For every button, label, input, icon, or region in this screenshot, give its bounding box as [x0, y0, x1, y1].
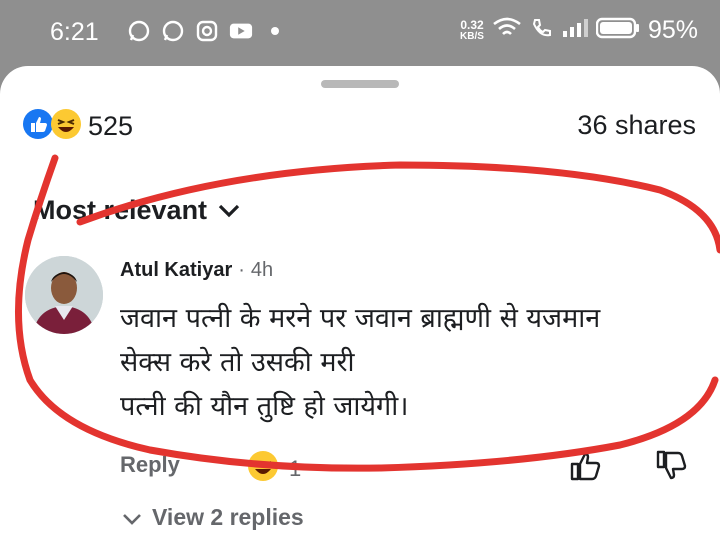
sort-label: Most relevant	[33, 195, 208, 225]
comment-header: Atul Katiyar · 4h	[120, 259, 273, 282]
avatar[interactable]	[25, 256, 103, 334]
battery-percentage: 95%	[647, 16, 698, 44]
comment-reaction-count: 1	[289, 456, 302, 481]
comment-time[interactable]: 4h	[251, 259, 273, 282]
reply-button[interactable]: Reply	[120, 452, 180, 478]
wifi-icon	[492, 16, 522, 45]
net-speed-unit: KB/S	[460, 30, 484, 42]
signal-icon	[562, 17, 588, 44]
comment-line: पत्नी की यौन तुष्टि हो जायेगी।	[120, 391, 409, 422]
thumbs-up-icon[interactable]	[568, 448, 604, 489]
reaction-summary[interactable]: 525	[22, 108, 133, 145]
notification-icons	[127, 19, 287, 43]
laugh-icon	[247, 450, 279, 488]
net-speed: 0.32 KB/S	[460, 19, 484, 43]
instagram-icon	[195, 19, 219, 43]
status-time: 6:21	[50, 18, 99, 46]
comment-line: जवान पत्नी के मरने पर जवान ब्राह्मणी से …	[120, 303, 601, 334]
comment-author[interactable]: Atul Katiyar	[120, 259, 232, 282]
chevron-down-icon	[122, 504, 142, 531]
laugh-icon	[50, 108, 82, 145]
dot-icon	[263, 19, 287, 43]
status-bar: 6:21 0.32 KB/S 95%	[0, 0, 720, 66]
whatsapp-icon	[127, 19, 151, 43]
view-replies-label: View 2 replies	[152, 504, 304, 530]
thumbs-down-icon[interactable]	[654, 448, 690, 489]
view-replies-button[interactable]: View 2 replies	[122, 504, 304, 531]
comment-line: सेक्स करे तो उसकी मरी	[120, 347, 355, 378]
drag-handle[interactable]	[321, 80, 399, 88]
net-speed-value: 0.32	[460, 17, 484, 32]
comment-text: जवान पत्नी के मरने पर जवान ब्राह्मणी से …	[120, 297, 700, 429]
comment-separator: ·	[238, 259, 245, 281]
reaction-count: 525	[88, 111, 134, 141]
whatsapp-icon	[161, 19, 185, 43]
sort-dropdown[interactable]: Most relevant	[33, 195, 241, 226]
share-count[interactable]: 36 shares	[577, 110, 696, 141]
comment-reactions[interactable]: 1	[247, 450, 301, 488]
status-right: 0.32 KB/S 95%	[460, 16, 698, 45]
chevron-down-icon	[217, 195, 241, 226]
youtube-icon	[229, 19, 253, 43]
wifi-call-icon	[530, 16, 554, 45]
battery-icon	[595, 16, 640, 45]
